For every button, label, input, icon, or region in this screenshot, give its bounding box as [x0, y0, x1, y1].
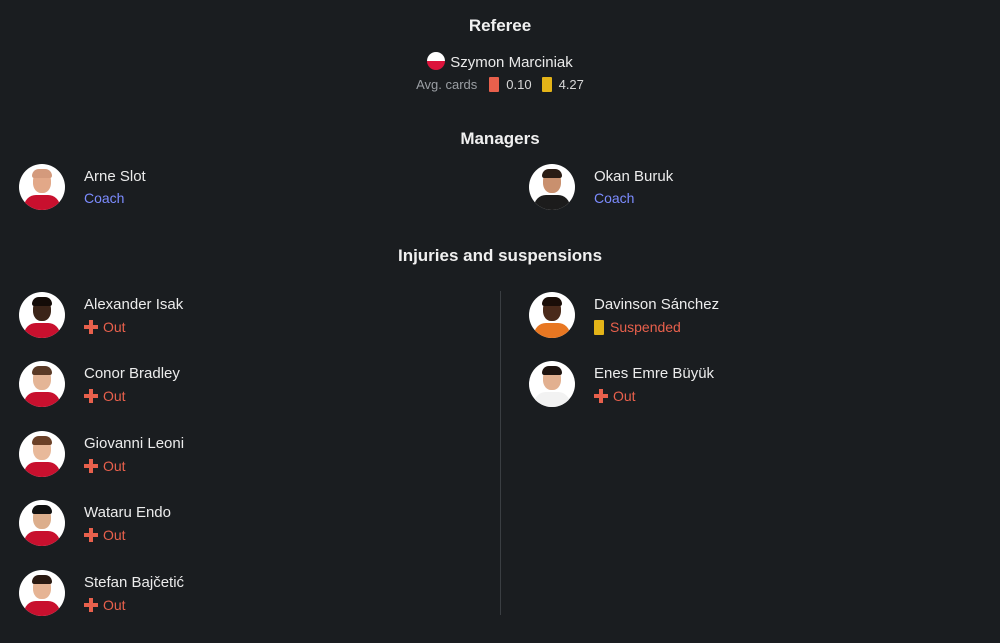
player-name: Giovanni Leoni — [84, 435, 185, 452]
manager-role: Coach — [594, 190, 635, 206]
injury-item-home[interactable]: Stefan Bajčetić Out — [19, 570, 419, 618]
poland-flag-icon — [427, 52, 446, 70]
player-status: Out — [84, 597, 126, 613]
injury-item-away[interactable]: Enes Emre Büyük Out — [529, 361, 929, 409]
yellow-card-icon — [541, 77, 552, 92]
player-status: Suspended — [594, 319, 681, 335]
injury-item-away[interactable]: Davinson Sánchez Suspended — [529, 292, 929, 340]
avatar — [19, 431, 65, 477]
cross-icon — [84, 320, 98, 334]
player-status: Out — [84, 319, 126, 335]
referee-heading: Referee — [468, 16, 532, 35]
manager-name: Okan Buruk — [594, 168, 674, 185]
avatar — [19, 570, 65, 616]
injury-item-home[interactable]: Conor Bradley Out — [19, 361, 419, 409]
column-divider — [500, 291, 501, 615]
avg-yellow-cards: 4.27 — [558, 77, 584, 92]
avatar — [19, 292, 65, 338]
cross-icon — [84, 528, 98, 542]
referee-info[interactable]: Szymon Marciniak — [0, 52, 1000, 71]
player-name: Davinson Sánchez — [594, 296, 720, 313]
injury-item-home[interactable]: Giovanni Leoni Out — [19, 431, 419, 479]
avatar — [19, 164, 65, 210]
managers-heading: Managers — [460, 129, 540, 148]
referee-avg-cards: Avg. cards 0.10 4.27 — [0, 77, 1000, 92]
avg-red-cards: 0.10 — [506, 77, 532, 92]
red-card-icon — [489, 77, 500, 92]
player-status: Out — [84, 527, 126, 543]
player-status: Out — [594, 388, 636, 404]
injury-item-home[interactable]: Wataru Endo Out — [19, 500, 419, 548]
cross-icon — [84, 598, 98, 612]
avg-cards-label: Avg. cards — [416, 77, 478, 92]
injury-item-home[interactable]: Alexander Isak Out — [19, 292, 419, 340]
yellow-card-icon — [594, 320, 604, 335]
referee-name: Szymon Marciniak — [450, 54, 573, 71]
player-name: Stefan Bajčetić — [84, 574, 185, 591]
cross-icon — [594, 389, 608, 403]
avatar — [529, 361, 575, 407]
manager-away[interactable]: Okan Buruk Coach — [529, 164, 929, 212]
injuries-heading: Injuries and suspensions — [397, 246, 603, 265]
player-name: Conor Bradley — [84, 365, 180, 382]
player-status: Out — [84, 458, 126, 474]
manager-home[interactable]: Arne Slot Coach — [19, 164, 419, 212]
player-name: Wataru Endo — [84, 504, 171, 521]
manager-role: Coach — [84, 190, 125, 206]
cross-icon — [84, 459, 98, 473]
player-name: Enes Emre Büyük — [594, 365, 715, 382]
avatar — [19, 361, 65, 407]
avatar — [529, 164, 575, 210]
avatar — [529, 292, 575, 338]
player-status: Out — [84, 388, 126, 404]
cross-icon — [84, 389, 98, 403]
avatar — [19, 500, 65, 546]
manager-name: Arne Slot — [84, 168, 146, 185]
player-name: Alexander Isak — [84, 296, 184, 313]
